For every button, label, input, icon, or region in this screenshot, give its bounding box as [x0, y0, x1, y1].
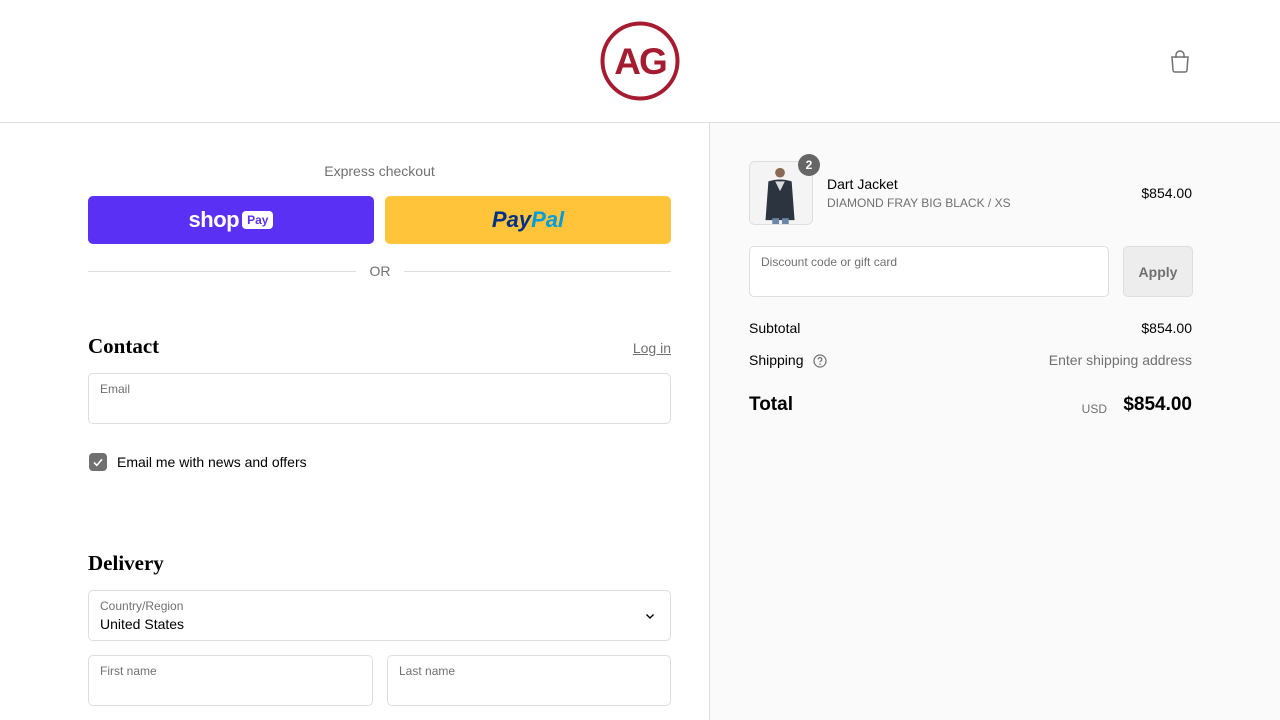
shipping-label: Shipping — [749, 352, 804, 368]
total-label: Total — [749, 394, 793, 415]
first-name-field[interactable]: First name — [88, 655, 373, 706]
shopping-bag-icon[interactable] — [1169, 49, 1191, 73]
country-value: United States — [100, 616, 185, 632]
last-name-label: Last name — [399, 664, 456, 678]
shipping-value: Enter shipping address — [1048, 352, 1192, 368]
checkout-main: Express checkout shop Pay PayPal OR Cont… — [0, 123, 709, 720]
total-value: $854.00 — [1123, 394, 1192, 415]
discount-code-label: Discount code or gift card — [761, 255, 898, 269]
delivery-title: Delivery — [88, 551, 164, 575]
divider-right — [404, 271, 671, 272]
newsletter-checkbox[interactable] — [89, 453, 107, 471]
contact-title: Contact — [88, 334, 160, 358]
shop-pay-logo-text: shop — [188, 207, 240, 232]
country-select[interactable]: Country/Region United States — [88, 590, 671, 641]
product-price: $854.00 — [1141, 185, 1192, 201]
email-field-label: Email — [100, 382, 131, 396]
login-link[interactable]: Log in — [600, 340, 671, 356]
quantity-badge: 2 — [798, 154, 820, 176]
shop-pay-badge: Pay — [242, 211, 274, 229]
brand-logo[interactable]: AG — [600, 21, 680, 101]
product-variant: DIAMOND FRAY BIG BLACK / XS — [827, 196, 1011, 210]
total-currency: USD — [1081, 402, 1107, 416]
check-icon — [93, 458, 103, 467]
subtotal-label: Subtotal — [749, 320, 801, 336]
email-field[interactable]: Email — [88, 373, 671, 424]
chevron-down-icon — [646, 614, 654, 619]
order-summary: 2 Dart Jacket DIAMOND FRAY BIG BLACK / X… — [709, 123, 1280, 720]
subtotal-value: $854.00 — [1141, 320, 1192, 336]
apply-discount-button[interactable]: Apply — [1123, 246, 1193, 297]
shop-pay-button[interactable]: shop Pay — [88, 196, 374, 244]
divider-left — [88, 271, 356, 272]
logo-text: AG — [614, 41, 666, 82]
or-divider-text: OR — [369, 263, 391, 279]
paypal-logo-text: PayPal — [491, 207, 565, 232]
last-name-field[interactable]: Last name — [387, 655, 671, 706]
site-header: AG — [0, 0, 1280, 123]
first-name-label: First name — [100, 664, 157, 678]
newsletter-label[interactable]: Email me with news and offers — [117, 454, 307, 470]
country-label: Country/Region — [100, 599, 184, 613]
express-checkout-label: Express checkout — [324, 163, 435, 179]
paypal-button[interactable]: PayPal — [385, 196, 671, 244]
discount-code-field[interactable]: Discount code or gift card — [749, 246, 1109, 297]
product-name: Dart Jacket — [827, 176, 898, 192]
help-circle-icon[interactable] — [813, 354, 827, 368]
